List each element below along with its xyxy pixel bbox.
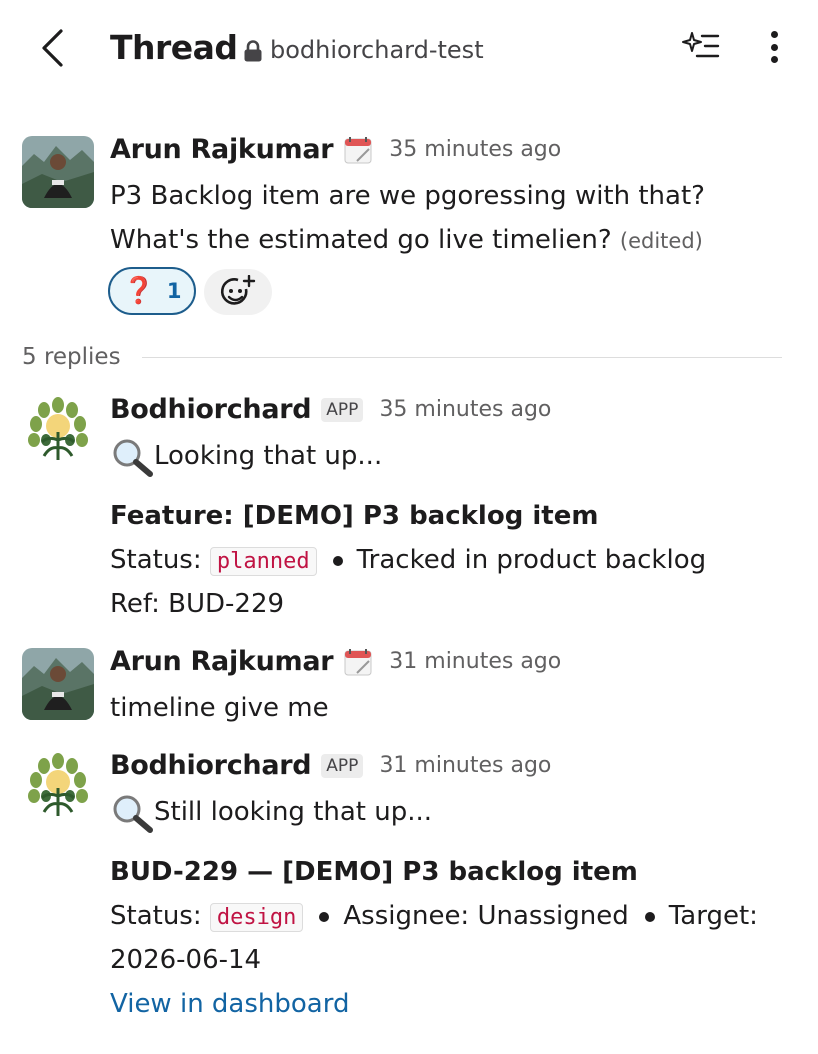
- question-emoji-icon: ❓: [122, 276, 155, 306]
- reaction-count: 1: [166, 279, 182, 303]
- message-timestamp[interactable]: 35 minutes ago: [379, 397, 551, 422]
- calendar-icon: [343, 647, 373, 677]
- message-text: Still looking that up...: [110, 790, 432, 834]
- message-text: Looking that up...: [110, 434, 382, 478]
- reaction-pill[interactable]: ❓ 1: [108, 267, 196, 315]
- app-badge: APP: [321, 753, 364, 778]
- ai-summary-icon[interactable]: [680, 28, 720, 64]
- view-dashboard-link[interactable]: View in dashboard: [110, 982, 349, 1026]
- magnifying-glass-icon: [110, 793, 154, 833]
- status-line: Status: design Assignee: Unassigned Target…: [110, 901, 758, 932]
- target-date: 2026-06-14: [110, 945, 262, 975]
- avatar[interactable]: [22, 648, 94, 720]
- magnifying-glass-icon: [110, 437, 154, 477]
- app-avatar[interactable]: [22, 396, 94, 468]
- message-text: timeline give me: [110, 693, 329, 723]
- status-code: planned: [209, 547, 317, 576]
- message-author[interactable]: Arun Rajkumar: [110, 646, 334, 677]
- channel-name[interactable]: bodhiorchard-test: [270, 36, 484, 64]
- ref-line: Ref: BUD-229: [110, 589, 285, 619]
- back-icon[interactable]: [32, 26, 72, 70]
- status-line: Status: planned Tracked in product backlo…: [110, 545, 707, 576]
- message-timestamp[interactable]: 35 minutes ago: [389, 137, 561, 162]
- more-options-icon[interactable]: [760, 28, 788, 66]
- divider: [142, 357, 782, 358]
- replies-count: 5 replies: [22, 344, 121, 370]
- page-title: Thread: [110, 28, 238, 67]
- message-author[interactable]: Bodhiorchard: [110, 394, 312, 425]
- message-text: P3 Backlog item are we pgoressing with t…: [110, 181, 705, 211]
- avatar[interactable]: [22, 136, 94, 208]
- feature-heading: Feature: [DEMO] P3 backlog item: [110, 501, 599, 531]
- status-code: design: [209, 903, 304, 932]
- edited-label: (edited): [619, 229, 703, 253]
- calendar-icon: [343, 135, 373, 165]
- add-emoji-icon: [220, 275, 256, 305]
- app-badge: APP: [321, 397, 364, 422]
- message-timestamp[interactable]: 31 minutes ago: [379, 753, 551, 778]
- lock-icon: [243, 40, 263, 62]
- add-reaction-button[interactable]: [204, 269, 272, 315]
- message-author[interactable]: Bodhiorchard: [110, 750, 312, 781]
- feature-heading: BUD-229 — [DEMO] P3 backlog item: [110, 857, 638, 887]
- message-timestamp[interactable]: 31 minutes ago: [389, 649, 561, 674]
- message-author[interactable]: Arun Rajkumar: [110, 134, 334, 165]
- message-text-line2: What's the estimated go live timelien? (…: [110, 225, 703, 255]
- app-avatar[interactable]: [22, 752, 94, 824]
